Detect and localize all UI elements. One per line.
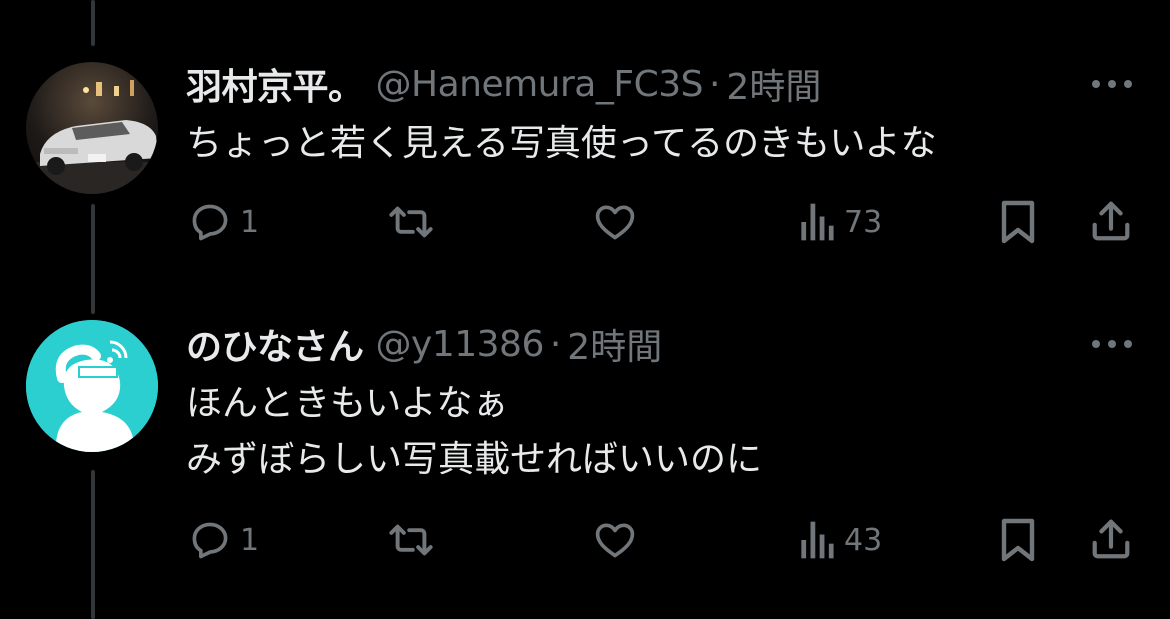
share-icon [1092,201,1130,241]
bookmark-icon [1001,518,1035,562]
share-button[interactable] [1088,516,1134,562]
like-button[interactable] [592,518,638,562]
view-count: 73 [844,204,883,240]
like-icon [595,523,635,558]
tweet-1[interactable]: 羽村京平。 @Hanemura_FC3S · 2時間 ちょっと若く見える写真使っ… [0,0,1170,290]
user-handle[interactable]: @Hanemura_FC3S [376,64,704,105]
timestamp[interactable]: 2時間 [726,58,821,110]
tweet-text-line: みずぼらしい写真載せればいいのに [186,439,763,480]
share-icon [1092,519,1130,559]
bookmark-button[interactable] [998,516,1038,564]
share-button[interactable] [1088,198,1134,244]
reply-button[interactable]: 1 [188,200,259,244]
tweet-text: ちょっと若く見える写真使ってるのきもいよな [186,116,937,172]
reply-icon [192,522,228,559]
action-bar: 1 43 [0,516,1170,566]
like-button[interactable] [592,200,638,244]
reply-icon [192,204,228,241]
reply-count: 1 [240,204,260,240]
tweet-text-line: ほんときもいよなぁ [186,383,509,424]
tweet-header: 羽村京平。 @Hanemura_FC3S · 2時間 [186,62,821,109]
display-name[interactable]: 羽村京平。 [186,58,364,110]
tweet-header: のひなさん @y11386 · 2時間 [186,322,662,369]
reply-button[interactable]: 1 [188,518,259,562]
retweet-button[interactable] [386,518,436,562]
views-icon [801,521,834,559]
retweet-icon [389,524,433,556]
retweet-icon [389,206,433,238]
timestamp[interactable]: 2時間 [567,318,662,370]
views-icon [801,203,834,241]
reply-count: 1 [240,522,260,558]
tweet-text-line: ちょっと若く見える写真使ってるのきもいよな [186,123,937,164]
view-count: 43 [844,522,883,558]
views-button[interactable]: 73 [796,200,882,244]
more-icon[interactable] [1092,72,1132,96]
bookmark-icon [1001,200,1035,244]
tweet-2[interactable]: のひなさん @y11386 · 2時間 ほんときもいよなぁ みずぼらしい写真載せ… [0,290,1170,619]
avatar[interactable] [26,62,158,194]
display-name[interactable]: のひなさん [186,318,364,370]
avatar[interactable] [26,320,158,452]
views-button[interactable]: 43 [796,518,882,562]
separator-dot: · [708,63,721,105]
more-icon[interactable] [1092,332,1132,356]
user-handle[interactable]: @y11386 [376,324,545,365]
separator-dot: · [549,323,562,365]
like-icon [595,205,635,240]
retweet-button[interactable] [386,200,436,244]
action-bar: 1 73 [0,196,1170,246]
bookmark-button[interactable] [998,198,1038,246]
tweet-text: ほんときもいよなぁ みずぼらしい写真載せればいいのに [186,376,762,488]
